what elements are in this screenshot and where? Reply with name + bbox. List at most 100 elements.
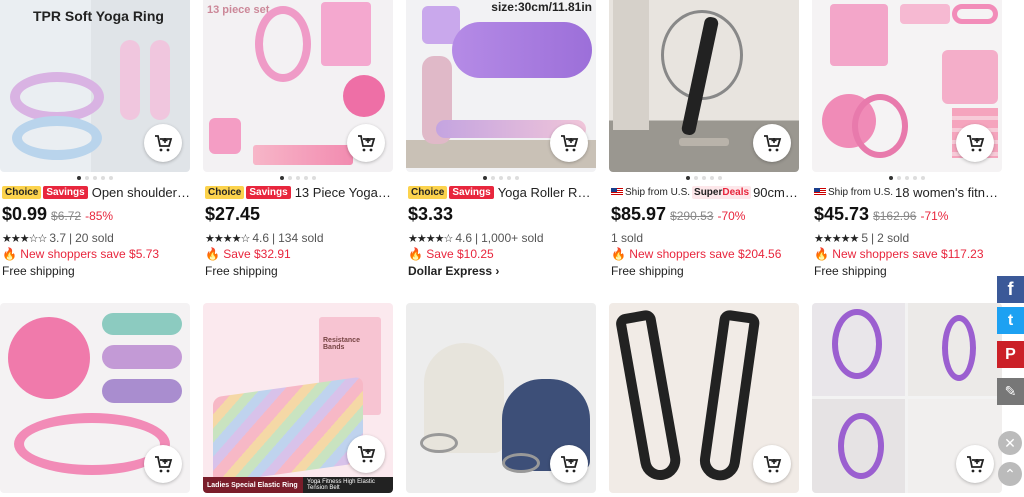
add-to-cart-icon — [358, 446, 376, 463]
dollar-express-link[interactable]: Dollar Express › — [408, 264, 499, 280]
sold-count: 1 sold — [611, 231, 644, 245]
add-to-cart-button[interactable] — [956, 445, 994, 483]
carousel-dots — [812, 176, 1002, 182]
shipping: Free shipping — [205, 264, 278, 278]
twitter-share-button[interactable]: t — [997, 307, 1024, 334]
price: $45.73 — [814, 204, 870, 224]
caption-left: Ladies Special Elastic Ring — [203, 477, 303, 493]
edit-button[interactable]: ✎ — [997, 378, 1024, 405]
foam-roller-shape — [452, 22, 592, 78]
ring-shape — [838, 413, 884, 479]
rating-value: 5 — [861, 231, 868, 245]
price-line: $3.33 — [408, 204, 453, 226]
product-image[interactable] — [609, 303, 799, 493]
scroll-top-button[interactable]: ⌃ — [998, 462, 1022, 486]
bag-shape — [321, 2, 371, 66]
product-image[interactable] — [812, 303, 1002, 493]
towel-shape — [900, 4, 950, 24]
add-to-cart-icon — [561, 135, 579, 152]
ring-shape — [952, 4, 998, 24]
pinterest-share-button[interactable]: P — [997, 341, 1024, 368]
add-to-cart-button[interactable] — [753, 124, 791, 162]
old-price: $6.72 — [51, 209, 82, 223]
rating-line: ★★★★★ 5 | 2 sold — [814, 231, 910, 245]
facebook-icon: f — [1007, 279, 1014, 299]
fire-icon: 🔥 — [2, 247, 17, 261]
close-button[interactable]: ✕ — [998, 431, 1022, 455]
star-rating-icon: ★★★★★ — [814, 232, 859, 245]
rating-value: 4.6 — [455, 231, 472, 245]
shipping: Free shipping — [2, 264, 75, 278]
ring-shape — [942, 315, 976, 381]
product-title[interactable]: Open shoulder a... — [92, 185, 190, 200]
add-to-cart-icon — [967, 135, 985, 152]
ball-shape — [8, 317, 90, 399]
save-line: 🔥 New shoppers save $204.56 — [611, 247, 781, 263]
sold-count: 20 sold — [75, 231, 114, 245]
badge-title-line: Choice Savings Open shoulder a... — [2, 184, 190, 200]
add-to-cart-button[interactable] — [347, 435, 385, 473]
rating-value: 4.6 — [252, 231, 269, 245]
add-to-cart-button[interactable] — [347, 124, 385, 162]
caption-right: Yoga Fitness High Elastic Tension Belt — [303, 477, 393, 493]
add-to-cart-icon — [561, 456, 579, 473]
save-text: Save $10.25 — [426, 247, 494, 261]
badge-title-line: Choice Savings Yoga Roller Roun... — [408, 184, 596, 200]
buckle-shape — [420, 433, 458, 453]
add-to-cart-button[interactable] — [144, 124, 182, 162]
curtain-shape — [613, 0, 649, 130]
ring-shape — [832, 309, 882, 379]
bands-shape — [213, 376, 363, 484]
socks-shape — [942, 50, 998, 104]
shipping: Free shipping — [814, 264, 887, 278]
save-text: New shoppers save $204.56 — [629, 247, 782, 261]
image-caption: 13 piece set — [207, 4, 270, 16]
rating-line: ★★★★☆ 4.6 | 134 sold — [205, 231, 324, 245]
dollar-express-label: Dollar Express — [408, 264, 493, 278]
product-image[interactable] — [812, 0, 1002, 172]
mat-shape — [679, 138, 729, 146]
add-to-cart-button[interactable] — [753, 445, 791, 483]
fire-icon: 🔥 — [814, 247, 829, 261]
image-caption: size:30cm/11.81in — [491, 0, 592, 14]
product-title[interactable]: 90cm A... — [753, 185, 799, 200]
add-to-cart-button[interactable] — [144, 445, 182, 483]
fire-icon: 🔥 — [611, 247, 626, 261]
product-image[interactable]: Resistance Bands Ladies Special Elastic … — [203, 303, 393, 493]
star-rating-icon: ★★★★☆ — [408, 232, 453, 245]
add-to-cart-button[interactable] — [550, 445, 588, 483]
add-to-cart-icon — [155, 135, 173, 152]
carousel-dots — [203, 176, 393, 182]
rating-line: 1 sold — [611, 230, 643, 246]
product-image[interactable]: 13 piece set — [203, 0, 393, 172]
price: $27.45 — [205, 204, 261, 224]
product-image[interactable]: size:30cm/11.81in — [406, 0, 596, 172]
price: $85.97 — [611, 204, 667, 224]
socks-shape — [209, 118, 241, 154]
old-price: $162.96 — [873, 209, 917, 223]
ring-shape — [12, 116, 102, 160]
price: $0.99 — [2, 204, 48, 224]
product-image[interactable] — [406, 303, 596, 493]
facebook-share-button[interactable]: f — [997, 276, 1024, 303]
us-flag-icon — [611, 188, 623, 196]
discount: -71% — [920, 209, 949, 223]
ring-shape — [10, 72, 104, 122]
product-image[interactable] — [0, 303, 190, 493]
ring-shape — [255, 6, 311, 82]
add-to-cart-button[interactable] — [956, 124, 994, 162]
product-title[interactable]: 18 women's fitnes... — [895, 185, 1002, 200]
sold-count: 2 sold — [877, 231, 910, 245]
carousel-dots — [0, 176, 190, 182]
star-rating-icon: ★★★☆☆ — [2, 232, 47, 245]
add-to-cart-icon — [764, 456, 782, 473]
add-to-cart-button[interactable] — [550, 124, 588, 162]
ship-from-badge: Ship from U.S. — [611, 187, 690, 198]
product-image[interactable] — [609, 0, 799, 172]
product-image[interactable]: TPR Soft Yoga Ring — [0, 0, 190, 172]
product-title[interactable]: Yoga Roller Roun... — [498, 185, 596, 200]
photo-tile — [908, 399, 1002, 493]
discount: -70% — [717, 209, 746, 223]
badge-title-line: Choice Savings 13 Piece Yoga Cir... — [205, 184, 393, 200]
product-title[interactable]: 13 Piece Yoga Cir... — [295, 185, 393, 200]
